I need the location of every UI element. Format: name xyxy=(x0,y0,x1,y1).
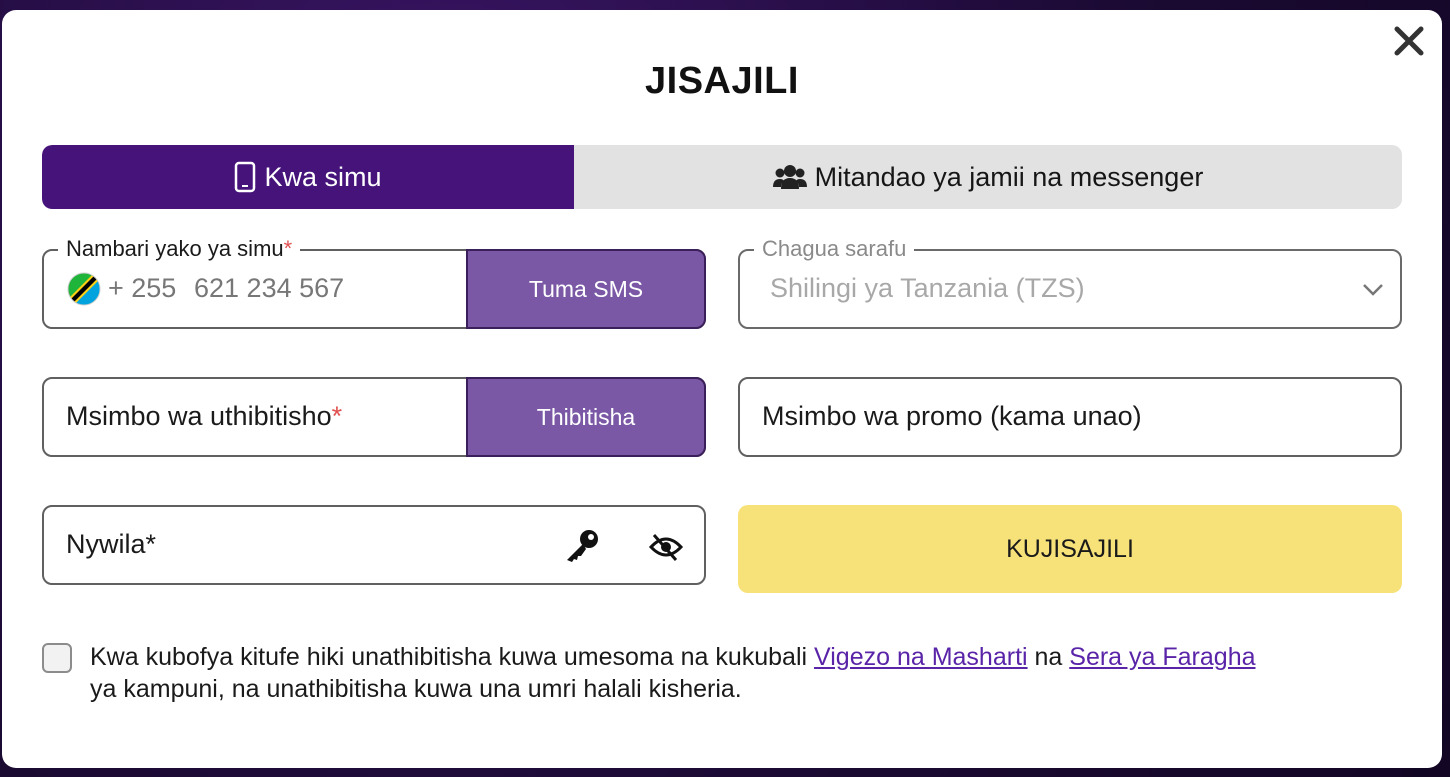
modal-title: JISAJILI xyxy=(645,60,799,102)
currency-select[interactable]: Chagua sarafu Shilingi ya Tanzania (TZS) xyxy=(738,236,1402,329)
phone-icon xyxy=(235,161,256,193)
phone-field[interactable]: Nambari yako ya simu* + 255 621 234 567 … xyxy=(42,236,706,329)
verification-field[interactable]: Msimbo wa uthibitisho* Thibitisha xyxy=(42,377,706,457)
key-icon[interactable] xyxy=(564,529,600,563)
password-placeholder: Nywila* xyxy=(66,529,157,559)
chevron-down-icon xyxy=(1363,284,1383,296)
tab-phone-label: Kwa simu xyxy=(264,161,382,192)
privacy-link[interactable]: Sera ya Faragha xyxy=(1069,643,1255,671)
verify-button[interactable]: Thibitisha xyxy=(466,377,706,457)
registration-tabs: Kwa simu Mitandao ya jamii na messenger xyxy=(42,145,1402,209)
tab-social-label: Mitandao ya jamii na messenger xyxy=(814,161,1204,192)
phone-label: Nambari yako ya simu* xyxy=(58,236,301,262)
terms-text: Kwa kubofya kitufe hiki unathibitisha ku… xyxy=(90,643,1256,703)
close-button[interactable] xyxy=(1392,24,1426,58)
send-sms-button[interactable]: Tuma SMS xyxy=(466,249,706,329)
tab-phone[interactable]: Kwa simu xyxy=(42,145,574,209)
tab-social[interactable]: Mitandao ya jamii na messenger xyxy=(574,145,1402,209)
close-icon xyxy=(1394,26,1424,56)
register-submit-button[interactable]: KUJISAJILI xyxy=(738,505,1402,593)
tanzania-flag-icon[interactable] xyxy=(66,271,102,307)
registration-modal: JISAJILI Kwa simu Mitandao ya jamii na m… xyxy=(2,10,1442,768)
users-icon xyxy=(772,165,807,189)
verification-placeholder: Msimbo wa uthibitisho* xyxy=(66,401,343,431)
country-code: + 255 xyxy=(108,273,177,303)
currency-label: Chagua sarafu xyxy=(754,236,915,262)
password-field[interactable]: Nywila* xyxy=(42,505,706,585)
phone-placeholder[interactable]: 621 234 567 xyxy=(194,273,344,304)
currency-value: Shilingi ya Tanzania (TZS) xyxy=(770,273,1085,303)
terms-checkbox[interactable] xyxy=(42,643,72,673)
promo-placeholder: Msimbo wa promo (kama unao) xyxy=(762,401,1142,431)
eye-slash-icon[interactable] xyxy=(648,533,684,561)
promo-code-field[interactable]: Msimbo wa promo (kama unao) xyxy=(738,377,1402,457)
terms-link[interactable]: Vigezo na Masharti xyxy=(814,643,1028,671)
